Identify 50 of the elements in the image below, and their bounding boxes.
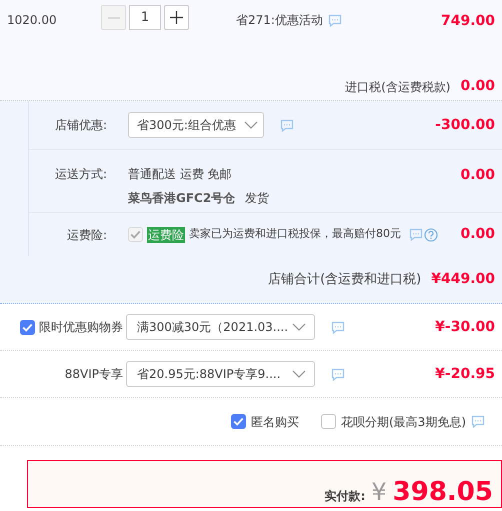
quantity-field[interactable]: 1 bbox=[129, 5, 161, 30]
field-label: 运费险: bbox=[66, 226, 108, 244]
field-label: 88VIP专享 bbox=[64, 366, 123, 383]
comment-icon[interactable] bbox=[331, 368, 345, 380]
unit-price: 1020.00 bbox=[7, 12, 58, 29]
promo-text: 省271:优惠活动 bbox=[236, 12, 323, 29]
ship-note: 发货 bbox=[245, 190, 270, 207]
subtotal: 749.00 bbox=[440, 12, 495, 31]
checkbox[interactable] bbox=[231, 414, 246, 429]
help-icon[interactable] bbox=[424, 228, 438, 242]
select-value: 省300元:组合优惠 bbox=[137, 117, 236, 134]
chevron-down-icon bbox=[292, 322, 306, 332]
field-label: 运送方式: bbox=[54, 166, 108, 183]
comment-icon[interactable] bbox=[280, 118, 294, 132]
select-value: 省20.95元:88VIP专享9.... bbox=[137, 366, 281, 383]
warehouse-name: 菜鸟香港GFC2号仓 bbox=[128, 190, 236, 207]
amount: ¥-30.00 bbox=[435, 318, 495, 336]
pay-label: 实付款: bbox=[324, 488, 366, 505]
chevron-down-icon bbox=[244, 120, 258, 130]
checkbox[interactable] bbox=[321, 414, 336, 429]
minus-icon bbox=[108, 16, 120, 18]
comment-icon[interactable] bbox=[331, 320, 345, 334]
store-total-label: 店铺合计(含运费和进口税) bbox=[268, 270, 422, 289]
amount: 0.00 bbox=[460, 166, 495, 185]
plus-icon bbox=[170, 11, 183, 24]
amount: ¥-20.95 bbox=[435, 364, 495, 384]
option-label[interactable]: 匿名购买 bbox=[251, 412, 299, 430]
import-tax-amount: 0.00 bbox=[460, 77, 495, 96]
pay-amount: 398.05 bbox=[392, 476, 493, 509]
store-total-amount: ¥449.00 bbox=[431, 270, 495, 289]
amount: -300.00 bbox=[435, 116, 495, 134]
comment-icon[interactable] bbox=[328, 14, 342, 26]
increase-button[interactable] bbox=[164, 5, 189, 30]
comment-icon[interactable] bbox=[409, 228, 423, 240]
coupon-select[interactable]: 省20.95元:88VIP专享9.... bbox=[126, 361, 315, 387]
chevron-down-icon bbox=[292, 370, 306, 378]
amount: 0.00 bbox=[460, 225, 495, 244]
field-label: 店铺优惠: bbox=[54, 117, 108, 134]
select-value: 满300减30元（2021.03.... bbox=[137, 319, 288, 336]
coupon-select[interactable]: 满300减30元（2021.03.... bbox=[126, 314, 315, 340]
shipping-method: 普通配送 运费 免邮 bbox=[128, 166, 233, 183]
insurance-text: 卖家已为运费和进口税投保，最高赔付80元 bbox=[189, 226, 401, 242]
insurance-badge: 运费险 bbox=[147, 226, 185, 242]
discount-select[interactable]: 省300元:组合优惠 bbox=[128, 112, 264, 138]
comment-icon[interactable] bbox=[471, 415, 485, 428]
option-label[interactable]: 花呗分期(最高3期免息) bbox=[341, 412, 466, 430]
currency-symbol: ¥ bbox=[371, 477, 387, 508]
checkbox[interactable] bbox=[20, 320, 35, 334]
import-tax-label: 进口税(含运费税款) bbox=[345, 78, 450, 96]
field-label: 限时优惠购物券 bbox=[39, 319, 123, 336]
